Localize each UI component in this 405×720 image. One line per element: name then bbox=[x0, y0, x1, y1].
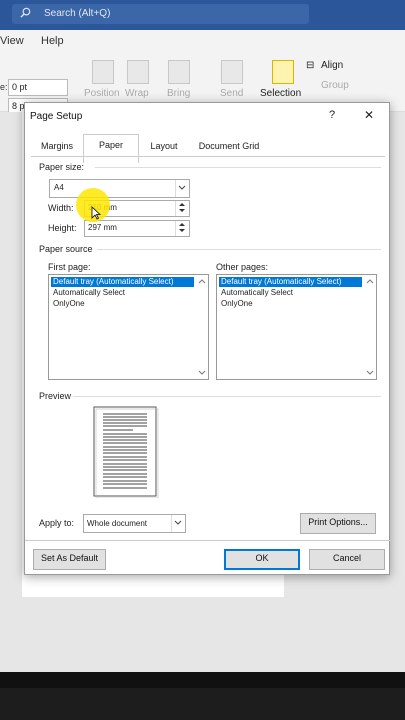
ok-button[interactable]: OK bbox=[224, 549, 300, 570]
group-divider bbox=[73, 396, 381, 397]
chevron-down-icon bbox=[175, 180, 189, 197]
width-label: Width: bbox=[48, 203, 74, 213]
selection-button[interactable]: Selection bbox=[260, 88, 301, 99]
list-item[interactable]: OnlyOne bbox=[51, 299, 87, 309]
chevron-down-icon bbox=[171, 515, 185, 532]
tab-paper[interactable]: Paper bbox=[83, 134, 139, 163]
page-preview bbox=[93, 406, 159, 498]
scroll-down-icon[interactable] bbox=[198, 368, 206, 376]
preview-label: Preview bbox=[39, 391, 72, 401]
scroll-up-icon[interactable] bbox=[366, 278, 374, 286]
paper-size-label: Paper size: bbox=[39, 162, 85, 172]
bring-button[interactable]: Bring bbox=[167, 88, 190, 99]
height-input[interactable]: 297 mm bbox=[84, 220, 190, 237]
cancel-button[interactable]: Cancel bbox=[309, 549, 385, 570]
other-pages-label: Other pages: bbox=[216, 262, 269, 272]
first-page-label: First page: bbox=[48, 262, 91, 272]
footer-divider bbox=[25, 540, 391, 541]
list-item[interactable]: Automatically Select bbox=[51, 288, 127, 298]
align-icon: ⊟ bbox=[306, 60, 315, 71]
spacing-before-input[interactable]: 0 pt bbox=[8, 79, 68, 96]
tab-layout[interactable]: Layout bbox=[141, 136, 187, 161]
search-placeholder: Search (Alt+Q) bbox=[44, 8, 111, 19]
bottom-strip bbox=[0, 688, 405, 720]
width-spinner[interactable] bbox=[175, 201, 189, 216]
close-icon[interactable]: ✕ bbox=[364, 108, 374, 122]
group-button[interactable]: Group bbox=[321, 80, 349, 91]
apply-to-select[interactable]: Whole document bbox=[83, 514, 186, 533]
print-options-button[interactable]: Print Options... bbox=[300, 513, 376, 534]
height-label: Height: bbox=[48, 223, 77, 233]
tab-document-grid[interactable]: Document Grid bbox=[191, 136, 267, 161]
search-icon bbox=[20, 7, 31, 18]
send-icon bbox=[221, 60, 243, 84]
paper-source-label: Paper source bbox=[39, 244, 93, 254]
apply-to-label: Apply to: bbox=[39, 518, 75, 528]
menu-view[interactable]: View bbox=[0, 35, 24, 47]
scroll-down-icon[interactable] bbox=[366, 368, 374, 376]
spacing-prefix: e: bbox=[0, 82, 8, 92]
menu-bar: View Help bbox=[0, 30, 405, 52]
set-as-default-button[interactable]: Set As Default bbox=[33, 549, 106, 570]
wrap-button[interactable]: Wrap bbox=[125, 88, 149, 99]
list-item[interactable]: Default tray (Automatically Select) bbox=[50, 276, 195, 288]
group-divider bbox=[97, 249, 381, 250]
align-button[interactable]: Align bbox=[321, 60, 343, 71]
search-box[interactable]: Search (Alt+Q) bbox=[12, 4, 309, 24]
selection-icon bbox=[272, 60, 294, 84]
dialog-title: Page Setup bbox=[30, 111, 83, 122]
page-setup-dialog: Page Setup ? ✕ Margins Paper Layout Docu… bbox=[24, 102, 391, 575]
tab-divider bbox=[31, 156, 385, 157]
position-icon bbox=[92, 60, 114, 84]
position-button[interactable]: Position bbox=[84, 88, 120, 99]
list-item[interactable]: Automatically Select bbox=[219, 288, 295, 298]
scroll-up-icon[interactable] bbox=[198, 278, 206, 286]
cursor-icon bbox=[91, 206, 101, 220]
list-item[interactable]: Default tray (Automatically Select) bbox=[218, 276, 363, 288]
first-page-list[interactable]: Default tray (Automatically Select) Auto… bbox=[48, 274, 209, 380]
help-button[interactable]: ? bbox=[329, 109, 335, 121]
send-button[interactable]: Send bbox=[220, 88, 243, 99]
wrap-icon bbox=[127, 60, 149, 84]
other-pages-list[interactable]: Default tray (Automatically Select) Auto… bbox=[216, 274, 377, 380]
height-spinner[interactable] bbox=[175, 221, 189, 236]
list-item[interactable]: OnlyOne bbox=[219, 299, 255, 309]
bring-icon bbox=[168, 60, 190, 84]
tab-margins[interactable]: Margins bbox=[33, 136, 81, 161]
menu-help[interactable]: Help bbox=[41, 35, 64, 47]
paper-size-select[interactable]: A4 bbox=[49, 179, 190, 198]
group-divider bbox=[95, 167, 381, 168]
